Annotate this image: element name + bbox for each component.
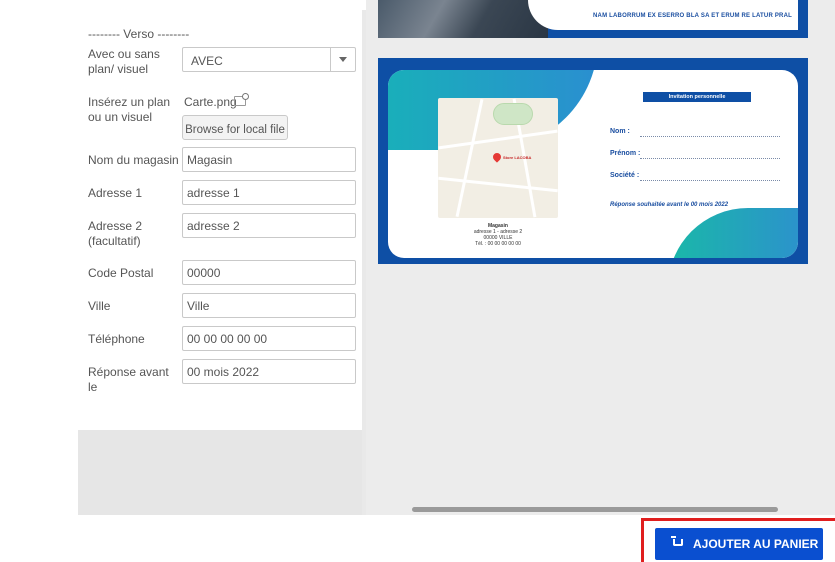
- city-label: Ville: [88, 299, 111, 313]
- plan-label: Avec ou sans plan/ visuel: [88, 47, 160, 76]
- reply-by-row: Réponse avant le: [88, 359, 358, 394]
- recto-banner-text: NAM LABORRUM EX ESERRO BLA SA ET ERUM RE…: [593, 13, 792, 19]
- verso-card-body: Store LACOBA Magasin adresse 1 - adresse…: [388, 70, 798, 258]
- reply-by-input[interactable]: [182, 359, 356, 384]
- store-name-input[interactable]: [182, 147, 356, 172]
- plan-select-value: AVEC: [191, 54, 223, 68]
- plan-select[interactable]: AVEC: [182, 47, 356, 72]
- page: -------- Verso -------- Avec ou sans pla…: [0, 0, 835, 562]
- recto-photo: [378, 0, 548, 38]
- invitation-title: Invitation personnelle: [643, 92, 751, 102]
- section-title-verso: -------- Verso --------: [88, 27, 190, 41]
- form-footer-area: [78, 430, 362, 515]
- line-societe: Société :: [610, 172, 780, 181]
- city-row: Ville: [88, 293, 358, 318]
- postal-code-input[interactable]: [182, 260, 356, 285]
- chevron-down-icon: [339, 57, 347, 62]
- store-info: Magasin adresse 1 - adresse 2 00000 VILL…: [438, 223, 558, 247]
- store-name-label: Nom du magasin: [88, 153, 179, 167]
- horizontal-scrollbar[interactable]: [412, 507, 778, 512]
- reply-text: Réponse souhaitée avant le 00 mois 2022: [610, 202, 729, 208]
- file-name: Carte.png: [184, 95, 237, 109]
- preview-recto-card: NAM LABORRUM EX ESERRO BLA SA ET ERUM RE…: [378, 0, 808, 38]
- map-pin-label: Store LACOBA: [503, 155, 532, 160]
- city-input[interactable]: [182, 293, 356, 318]
- line-nom-label: Nom :: [610, 128, 630, 135]
- image-icon: [234, 93, 249, 106]
- postal-code-label: Code Postal: [88, 266, 154, 280]
- line-prenom: Prénom :: [610, 150, 780, 159]
- phone-label: Téléphone: [88, 332, 145, 346]
- address2-input[interactable]: [182, 213, 356, 238]
- map-park: [493, 103, 533, 125]
- add-to-cart-label: AJOUTER AU PANIER: [693, 537, 819, 551]
- store-map: Store LACOBA: [438, 98, 558, 218]
- visual-label: Insérez un plan ou un visuel: [88, 95, 171, 124]
- store-name-row: Nom du magasin: [88, 147, 358, 172]
- visual-row: Insérez un plan ou un visuel Carte.png B…: [88, 93, 358, 145]
- line-prenom-label: Prénom :: [610, 150, 641, 157]
- plan-row: Avec ou sans plan/ visuel AVEC: [88, 47, 358, 79]
- line-societe-label: Société :: [610, 172, 640, 179]
- address1-row: Adresse 1: [88, 180, 358, 205]
- address1-label: Adresse 1: [88, 186, 143, 200]
- reply-by-label: Réponse avant le: [88, 365, 169, 394]
- browse-button[interactable]: Browse for local file: [182, 115, 288, 140]
- line-nom: Nom :: [610, 128, 780, 137]
- recto-banner: NAM LABORRUM EX ESERRO BLA SA ET ERUM RE…: [528, 0, 798, 30]
- teal-wave-bottom: [668, 208, 798, 258]
- select-arrow[interactable]: [330, 48, 355, 71]
- address2-label: Adresse 2 (facultatif): [88, 219, 143, 248]
- preview-verso-card: Store LACOBA Magasin adresse 1 - adresse…: [378, 58, 808, 264]
- phone-row: Téléphone: [88, 326, 358, 351]
- postal-code-row: Code Postal: [88, 260, 358, 285]
- phone-input[interactable]: [182, 326, 356, 351]
- cart-icon: [671, 536, 683, 546]
- store-info-phone: Tél. : 00 00 00 00 00: [475, 241, 521, 247]
- address2-row: Adresse 2 (facultatif): [88, 213, 358, 248]
- map-pin-icon: [491, 151, 503, 163]
- add-to-cart-button[interactable]: AJOUTER AU PANIER: [655, 528, 823, 560]
- address1-input[interactable]: [182, 180, 356, 205]
